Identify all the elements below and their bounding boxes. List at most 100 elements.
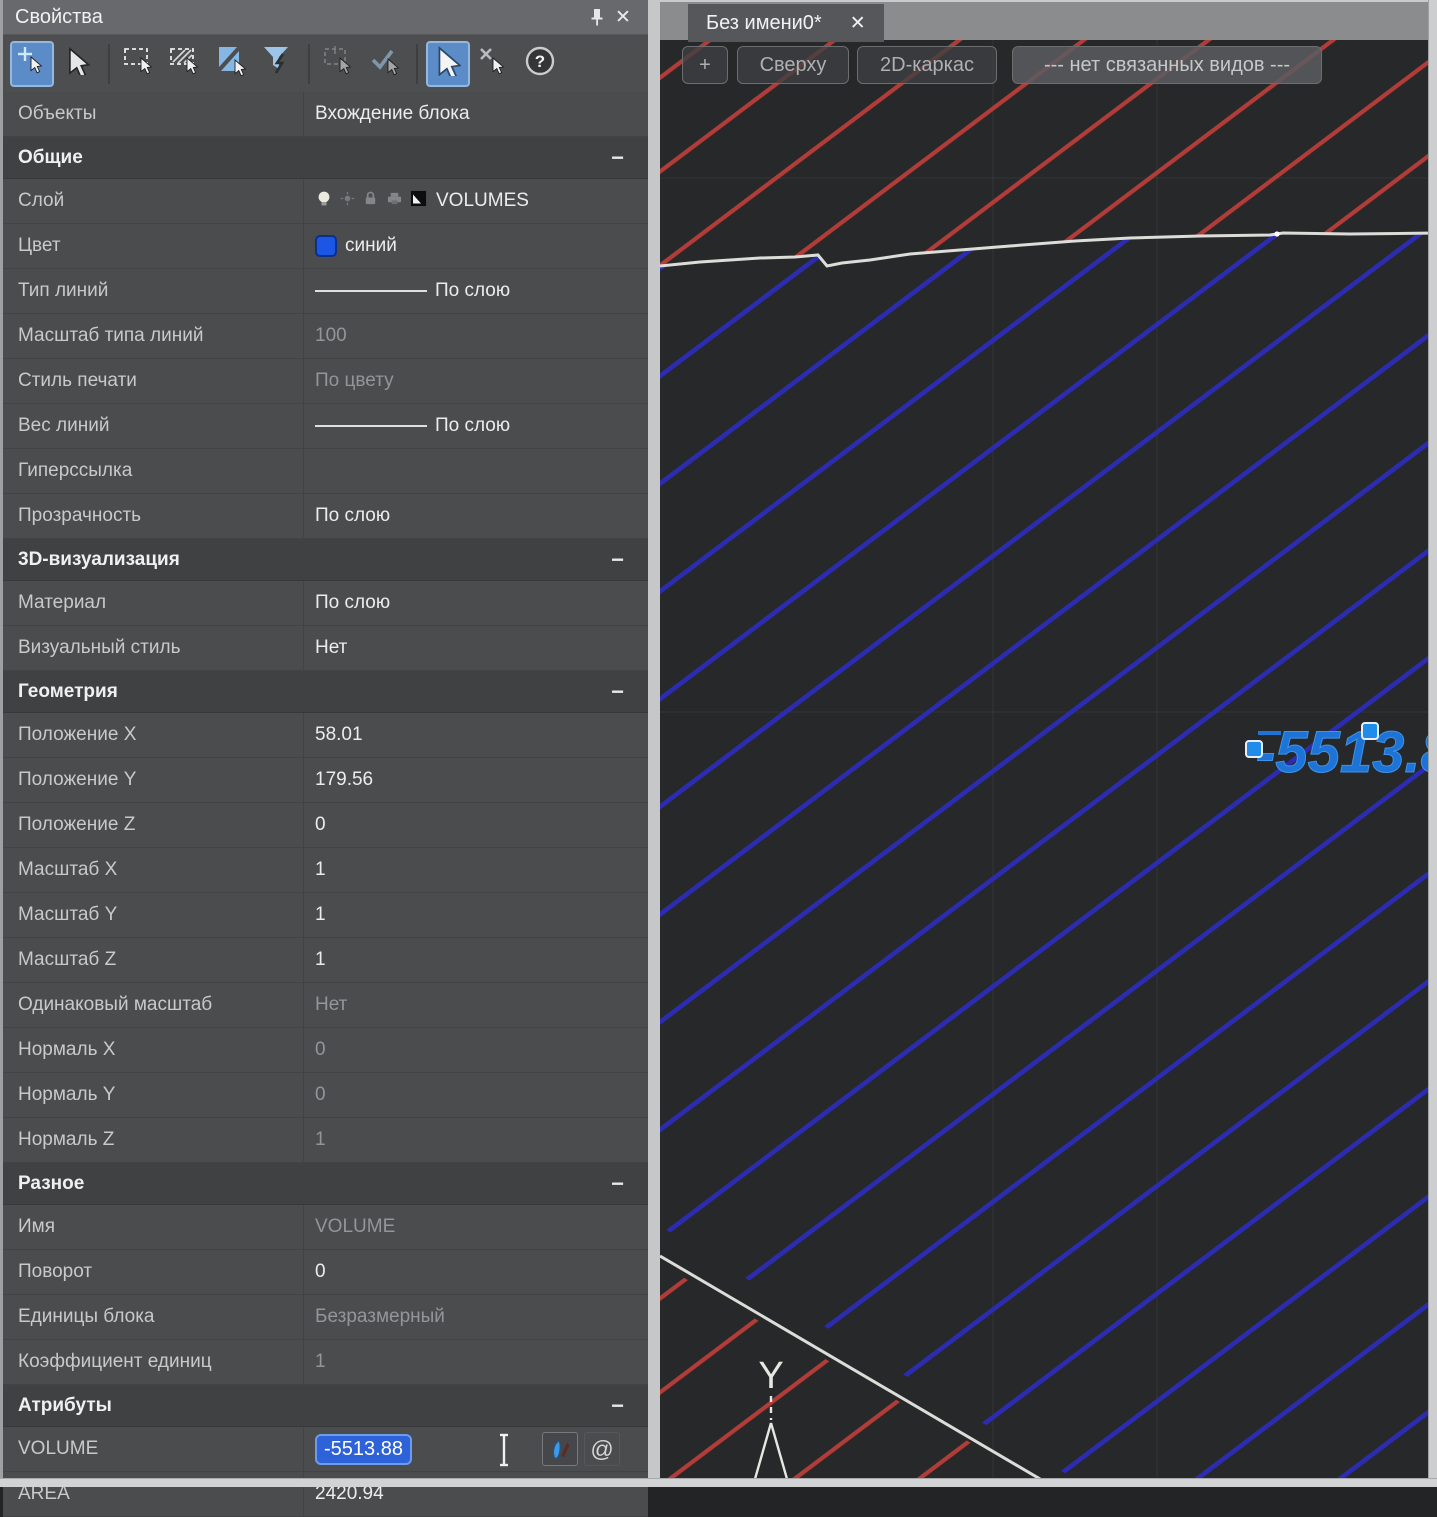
property-value-cell[interactable]: VOLUME (303, 1205, 648, 1249)
cursor-select-button[interactable] (426, 41, 470, 87)
help-button[interactable]: ? (518, 41, 562, 87)
property-row: Положение Z0 (3, 803, 648, 848)
surface-vertex-tick (1274, 231, 1279, 236)
property-label: Масштаб X (3, 848, 303, 892)
property-row: VOLUME -5513.88 @ (3, 1427, 648, 1472)
layer-print-icon[interactable] (386, 190, 403, 212)
property-value-cell[interactable]: По слою (303, 269, 648, 313)
section-header[interactable]: Геометрия− (3, 671, 648, 713)
property-value: 1 (315, 949, 326, 971)
window-select-button[interactable] (118, 41, 162, 87)
section-header[interactable]: 3D-визуализация− (3, 539, 648, 581)
property-label: Положение Z (3, 803, 303, 847)
pointer-icon (65, 47, 91, 80)
field-expression-button[interactable] (542, 1432, 578, 1466)
property-value-cell[interactable]: По слою (303, 404, 648, 448)
property-value: По слою (435, 415, 510, 437)
property-value-cell[interactable]: 0 (303, 1073, 648, 1117)
property-row: Стиль печатиПо цвету (3, 359, 648, 404)
layer-lock-icon[interactable] (362, 190, 379, 212)
property-value: По слою (435, 280, 510, 302)
property-value-cell[interactable]: По цвету (303, 359, 648, 403)
property-value: Нет (315, 637, 347, 659)
property-label: Масштаб Z (3, 938, 303, 982)
close-icon[interactable]: ✕ (610, 5, 636, 29)
section-header[interactable]: Разное− (3, 1163, 648, 1205)
invert-select-icon (215, 45, 249, 82)
annotation-text[interactable]: -5513.88 (1256, 720, 1437, 785)
property-value-cell[interactable]: Вхождение блока (303, 92, 648, 136)
section-header[interactable]: Атрибуты− (3, 1385, 648, 1427)
drawing-tab[interactable]: Без имени0* ✕ (688, 4, 884, 42)
group-select-button (318, 41, 362, 87)
volume-attribute-input[interactable]: -5513.88 (315, 1434, 412, 1465)
quick-select-icon (17, 46, 47, 81)
panel-splitter[interactable] (648, 0, 660, 1486)
visual-style-button[interactable]: 2D-каркас (857, 46, 997, 84)
confirm-button (364, 41, 408, 87)
property-value-cell[interactable]: 1 (303, 1118, 648, 1162)
property-value-cell[interactable]: 1 (303, 848, 648, 892)
viewport-add-button[interactable]: + (682, 46, 728, 84)
property-value-cell[interactable]: По слою (303, 581, 648, 625)
property-value-cell[interactable]: 100 (303, 314, 648, 358)
property-label: Положение Y (3, 758, 303, 802)
pointer-button[interactable] (56, 41, 100, 87)
property-value-cell[interactable]: 1 (303, 893, 648, 937)
window-select-icon (123, 46, 157, 81)
property-value-cell[interactable]: 58.01 (303, 713, 648, 757)
layer-name: VOLUMES (436, 190, 529, 212)
property-value-cell[interactable]: Безразмерный (303, 1295, 648, 1339)
property-value: VOLUME (315, 1216, 395, 1238)
insert-field-button[interactable]: @ (584, 1432, 620, 1466)
property-value: 1 (315, 1129, 326, 1151)
property-value-cell[interactable]: Нет (303, 626, 648, 670)
property-value-cell[interactable]: 179.56 (303, 758, 648, 802)
collapse-icon[interactable]: − (611, 549, 624, 571)
property-value-cell[interactable] (303, 449, 648, 493)
property-value-cell[interactable]: -5513.88 @ (303, 1427, 648, 1471)
property-value: По слою (315, 505, 390, 527)
tab-close-icon[interactable]: ✕ (850, 12, 866, 35)
layer-on-icon[interactable] (315, 190, 333, 213)
property-label: Поворот (3, 1250, 303, 1294)
linked-views-button[interactable]: --- нет связанных видов --- (1012, 46, 1322, 84)
property-label: VOLUME (3, 1427, 303, 1471)
property-value-cell[interactable]: 0 (303, 803, 648, 847)
property-label: Масштаб Y (3, 893, 303, 937)
property-label: Единицы блока (3, 1295, 303, 1339)
drawing-canvas[interactable]: Y -5513.88 (660, 40, 1437, 1486)
property-label: Нормаль X (3, 1028, 303, 1072)
grip-insertion-point[interactable] (1246, 741, 1262, 757)
collapse-icon[interactable]: − (611, 147, 624, 169)
property-row: Коэффициент единиц1 (3, 1340, 648, 1385)
volume-annotation[interactable]: -5513.88 (1246, 720, 1437, 785)
property-value-cell[interactable]: Нет (303, 983, 648, 1027)
layer-freeze-icon[interactable] (340, 190, 355, 212)
section-header[interactable]: Общие− (3, 137, 648, 179)
filter-icon (261, 45, 295, 82)
view-direction-button[interactable]: Сверху (737, 46, 849, 84)
hatch-select-button[interactable] (164, 41, 208, 87)
property-label: Масштаб типа линий (3, 314, 303, 358)
collapse-icon[interactable]: − (611, 681, 624, 703)
property-value-cell[interactable]: синий (303, 224, 648, 268)
invert-select-button[interactable] (210, 41, 254, 87)
property-value-cell[interactable]: 1 (303, 1340, 648, 1384)
plot-style-icon[interactable] (410, 190, 427, 213)
property-value-cell[interactable]: 0 (303, 1028, 648, 1072)
property-value-cell[interactable]: По слою (303, 494, 648, 538)
quick-select-button[interactable] (10, 41, 54, 87)
property-value-cell[interactable]: 1 (303, 938, 648, 982)
pin-icon[interactable] (584, 5, 610, 29)
filter-button[interactable] (256, 41, 300, 87)
collapse-icon[interactable]: − (611, 1395, 624, 1417)
property-value-cell[interactable]: 0 (303, 1250, 648, 1294)
grip-midpoint[interactable] (1362, 723, 1378, 739)
cursor-select-icon (435, 46, 461, 81)
property-value: 1 (315, 1351, 326, 1373)
deselect-button[interactable] (472, 41, 516, 87)
collapse-icon[interactable]: − (611, 1173, 624, 1195)
property-value-cell[interactable]: VOLUMES (303, 179, 648, 223)
drawing-viewport[interactable]: Y -5513.88 Без имени0* ✕ +Сверху2D-карка… (660, 0, 1437, 1486)
